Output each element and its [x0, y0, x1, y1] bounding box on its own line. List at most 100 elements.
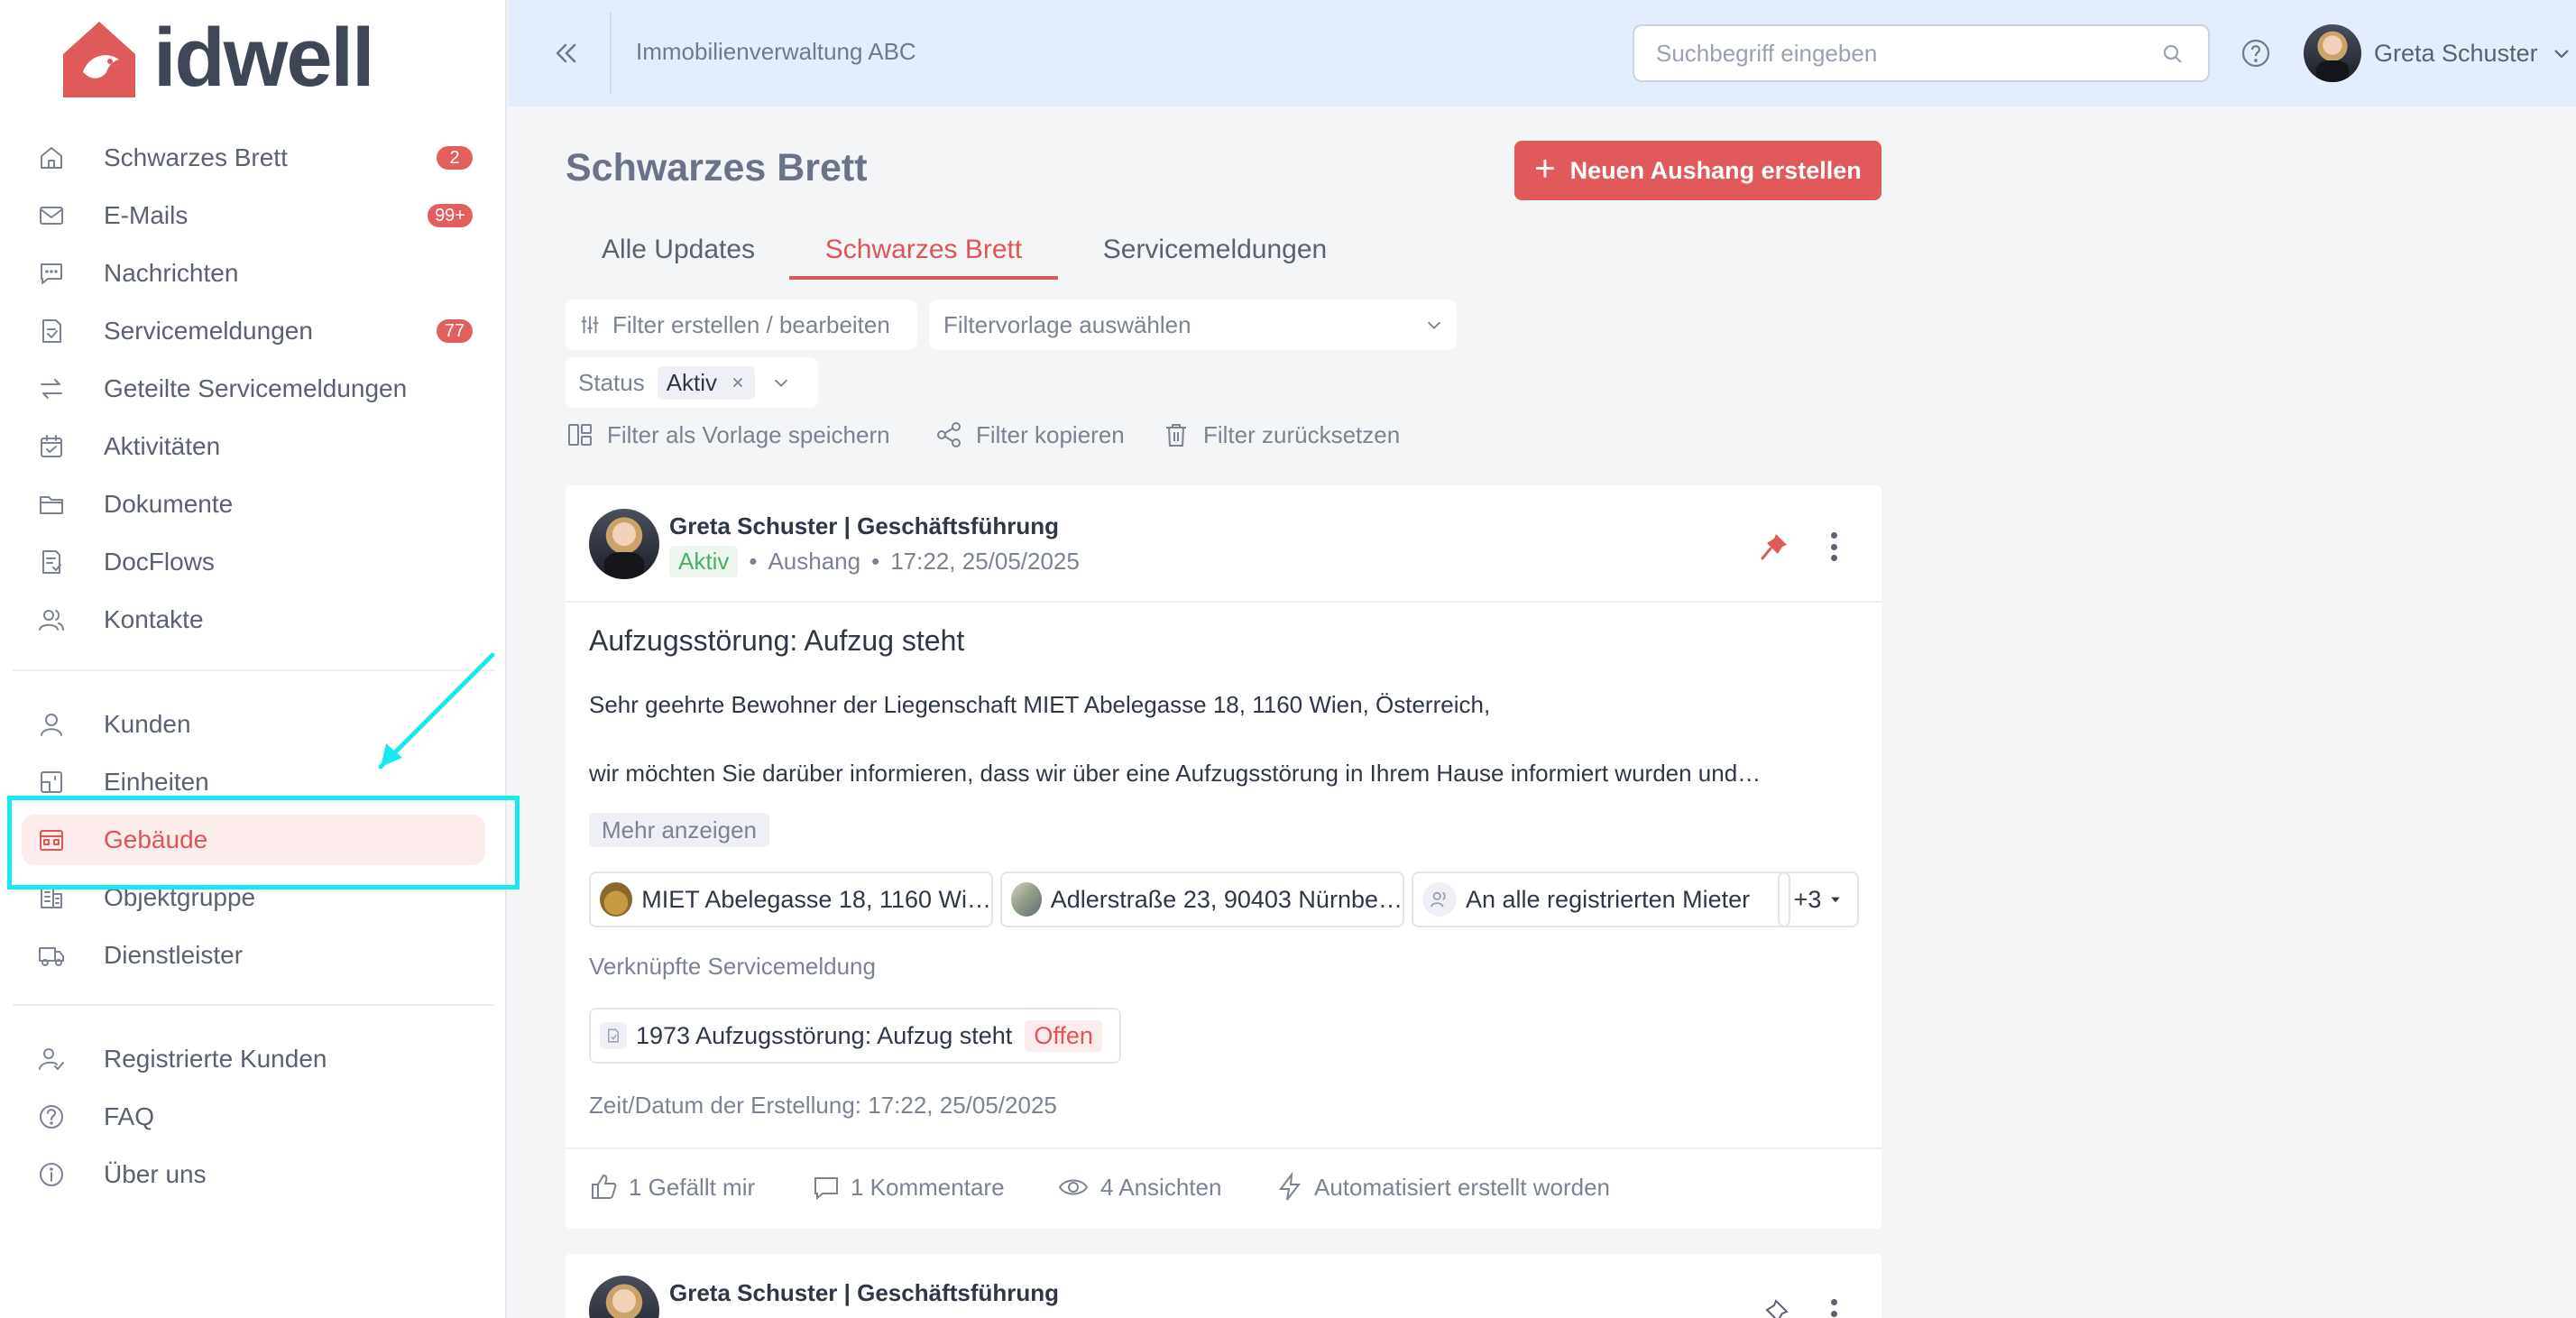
building-thumbnail — [600, 882, 633, 917]
sidebar-item-geteilte-servicemeldungen[interactable]: Geteilte Servicemeldungen — [22, 364, 485, 414]
recipient-chip[interactable]: MIET Abelegasse 18, 1160 Wi… — [589, 871, 993, 927]
sidebar-item-dokumente[interactable]: Dokumente — [22, 479, 485, 530]
notice-meta: Aktiv • Aushang • 17:22, 25/05/2025 — [669, 545, 1080, 577]
building-icon — [36, 825, 67, 855]
sidebar-item-servicemeldungen[interactable]: Servicemeldungen 77 — [22, 306, 485, 356]
sidebar-item-e-mails[interactable]: E-Mails 99+ — [22, 190, 485, 241]
comment-icon — [814, 1177, 838, 1201]
sidebar-item-label: Kunden — [104, 710, 191, 738]
idwell-logo[interactable]: idwell — [56, 12, 375, 104]
sidebar-item-label: Schwarzes Brett — [104, 143, 288, 171]
pin-outline-icon[interactable] — [1758, 1297, 1790, 1318]
recipients-more-button[interactable]: +3 — [1778, 871, 1859, 927]
sidebar-item-kontakte[interactable]: Kontakte — [22, 594, 485, 645]
header-divider — [610, 13, 612, 94]
linked-service-chip[interactable]: 1973 Aufzugsstörung: Aufzug steht Offen — [589, 1008, 1121, 1064]
unread-badge: 2 — [437, 146, 473, 170]
views-indicator: 4 Ansichten — [1055, 1169, 1221, 1205]
chevron-down-icon[interactable] — [771, 373, 791, 392]
new-notice-button-label: Neuen Aushang erstellen — [1569, 156, 1862, 184]
author-name: Greta Schuster | Geschäftsführung — [669, 512, 1060, 539]
sidebar-item-schwarzes-brett[interactable]: Schwarzes Brett 2 — [22, 133, 485, 183]
question-circle-icon — [36, 1101, 67, 1132]
notice-time: 17:22, 25/05/2025 — [890, 547, 1080, 575]
pin-icon[interactable] — [1758, 530, 1790, 563]
sidebar-item-docflows[interactable]: DocFlows — [22, 537, 485, 587]
plus-icon: + — [1534, 149, 1556, 189]
building-group-icon — [36, 882, 67, 913]
sidebar-item-kunden[interactable]: Kunden — [22, 699, 485, 750]
automation-label: Automatisiert erstellt worden — [1314, 1173, 1611, 1201]
filter-template-select[interactable]: Filtervorlage auswählen — [929, 300, 1457, 350]
tab-servicemeldungen[interactable]: Servicemeldungen — [1080, 226, 1350, 280]
share-icon — [937, 422, 961, 447]
user-name: Greta Schuster — [2374, 39, 2538, 67]
question-circle-icon — [2241, 39, 2270, 68]
search-icon[interactable] — [2161, 42, 2185, 66]
creation-timestamp: Zeit/Datum der Erstellung: 17:22, 25/05/… — [589, 1092, 1057, 1119]
save-filter-template-button[interactable]: Filter als Vorlage speichern — [566, 417, 890, 453]
separator-dot: • — [749, 547, 758, 575]
sidebar-item-label: Registrierte Kunden — [104, 1045, 327, 1073]
chevron-down-icon — [2538, 39, 2572, 69]
search-input[interactable] — [1656, 26, 2143, 80]
author-name: Greta Schuster | Geschäftsführung — [669, 1279, 1060, 1306]
status-filter[interactable]: Status Aktiv — [566, 357, 818, 408]
sidebar-item-faq[interactable]: FAQ — [22, 1092, 485, 1142]
sidebar-item-dienstleister[interactable]: Dienstleister — [22, 930, 485, 981]
status-filter-tag: Aktiv — [657, 365, 756, 400]
layout-save-icon — [568, 424, 592, 446]
comments-button[interactable]: 1 Kommentare — [811, 1169, 1005, 1205]
service-report-icon — [36, 316, 67, 346]
notice-body-line: Sehr geehrte Bewohner der Liegenschaft M… — [589, 691, 1491, 718]
recipient-label: An alle registrierten Mieter — [1466, 885, 1751, 913]
sidebar-divider — [13, 669, 494, 671]
sidebar-item-objektgruppe[interactable]: Objektgruppe — [22, 872, 485, 923]
notice-type: Aushang — [768, 547, 861, 575]
sidebar-item-nachrichten[interactable]: Nachrichten — [22, 248, 485, 299]
thumbs-up-icon — [592, 1174, 617, 1199]
more-options-icon[interactable] — [1825, 1295, 1843, 1318]
help-button[interactable] — [2240, 37, 2272, 69]
status-filter-label: Status — [578, 368, 645, 396]
sidebar-item-label: FAQ — [104, 1102, 155, 1130]
tab-schwarzes-brett[interactable]: Schwarzes Brett — [789, 226, 1058, 280]
notice-body-line: wir möchten Sie darüber informieren, das… — [589, 760, 1762, 787]
info-circle-icon — [36, 1159, 67, 1190]
sidebar-item-aktivitaeten[interactable]: Aktivitäten — [22, 421, 485, 472]
top-header: Immobilienverwaltung ABC Greta Schuster — [509, 0, 2576, 106]
trash-icon — [1166, 424, 1186, 447]
sidebar-item-label: Über uns — [104, 1160, 207, 1188]
more-options-icon[interactable] — [1825, 529, 1843, 565]
like-button[interactable]: 1 Gefällt mir — [589, 1169, 755, 1205]
new-notice-button[interactable]: + Neuen Aushang erstellen — [1514, 141, 1881, 200]
sidebar-item-ueber-uns[interactable]: Über uns — [22, 1149, 485, 1200]
users-icon — [1422, 882, 1457, 917]
sidebar-item-registrierte-kunden[interactable]: Registrierte Kunden — [22, 1034, 485, 1084]
chevron-down-icon — [1427, 321, 1441, 329]
collapse-sidebar-button[interactable] — [545, 32, 586, 74]
tab-alle-updates[interactable]: Alle Updates — [566, 226, 791, 280]
sidebar-item-label: DocFlows — [104, 548, 215, 576]
recipient-chip[interactable]: Adlerstraße 23, 90403 Nürnbe… — [1000, 871, 1404, 927]
reset-filter-button[interactable]: Filter zurücksetzen — [1162, 417, 1400, 453]
show-more-button[interactable]: Mehr anzeigen — [589, 813, 769, 847]
filter-edit-label: Filter erstellen / bearbeiten — [612, 310, 890, 338]
user-menu[interactable]: Greta Schuster — [2304, 23, 2572, 83]
recipient-chip[interactable]: An alle registrierten Mieter — [1412, 871, 1790, 927]
filter-edit-button[interactable]: Filter erstellen / bearbeiten — [566, 300, 917, 350]
copy-filter-button[interactable]: Filter kopieren — [934, 417, 1125, 453]
search-box[interactable] — [1633, 24, 2210, 82]
mail-icon — [36, 200, 67, 231]
unread-badge: 99+ — [428, 204, 473, 227]
sidebar-item-label: Dokumente — [104, 490, 234, 518]
home-icon — [36, 143, 67, 173]
logo-wordmark: idwell — [153, 12, 375, 104]
recipient-label: Adlerstraße 23, 90403 Nürnbe… — [1050, 885, 1403, 913]
linked-service-title: 1973 Aufzugsstörung: Aufzug steht — [636, 1021, 1013, 1049]
close-icon[interactable] — [730, 374, 746, 391]
reset-filter-label: Filter zurücksetzen — [1203, 420, 1401, 448]
sidebar-item-gebaeude[interactable]: Gebäude — [22, 815, 485, 865]
contacts-icon — [36, 604, 67, 635]
sidebar-item-einheiten[interactable]: Einheiten — [22, 757, 485, 807]
